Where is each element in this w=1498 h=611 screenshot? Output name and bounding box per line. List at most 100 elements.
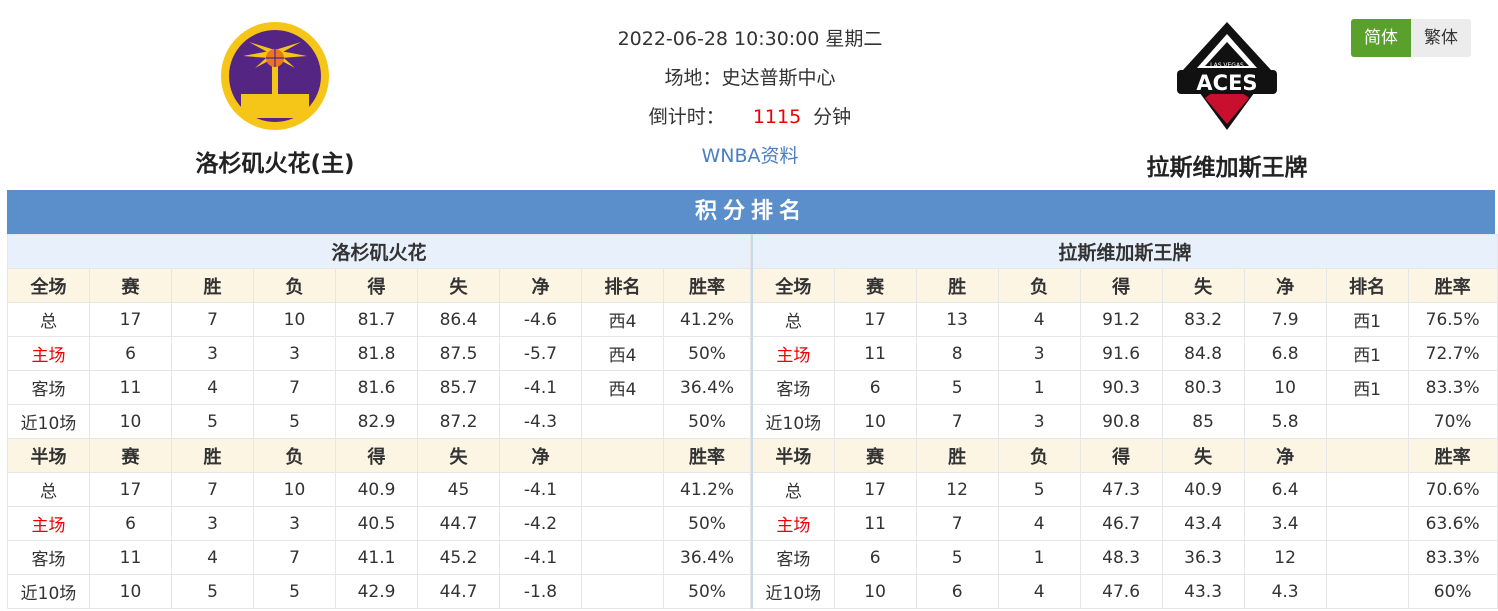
- countdown-unit: 分钟: [813, 106, 852, 128]
- table-row: 客场 6 5 1 48.3 36.3 12 83.3%: [751, 540, 1498, 575]
- row-label: 近10场: [7, 574, 90, 609]
- match-info: 2022-06-28 10:30:00 星期二 场地：史达普斯中心 倒计时： 11…: [540, 22, 960, 178]
- table-cell: -4.1: [499, 370, 582, 405]
- column-header: 赛: [89, 268, 172, 303]
- column-header: 得: [1079, 268, 1163, 303]
- table-cell: 41.1: [335, 540, 418, 575]
- table-cell: 西1: [1325, 302, 1409, 337]
- table-cell: 7: [171, 472, 254, 507]
- home-team-block[interactable]: 洛杉矶火花(主): [135, 20, 415, 178]
- row-label: 主场: [751, 336, 835, 371]
- column-header: 胜率: [662, 438, 752, 473]
- column-header: 胜: [171, 438, 254, 473]
- column-header: 赛: [89, 438, 172, 473]
- column-header: 失: [1161, 438, 1245, 473]
- table-cell: 46.7: [1079, 506, 1163, 541]
- table-cell: 40.9: [1161, 472, 1245, 507]
- table-cell: 17: [89, 302, 172, 337]
- table-cell: 83.3%: [1407, 370, 1498, 405]
- table-row: 总 17 7 10 40.9 45 -4.1 41.2%: [7, 472, 752, 507]
- table-cell: 70%: [1407, 404, 1498, 439]
- table-row: 总 17 7 10 81.7 86.4 -4.6 西4 41.2%: [7, 302, 752, 337]
- away-team-name[interactable]: 拉斯维加斯王牌: [1087, 148, 1367, 182]
- column-header: 胜率: [1407, 438, 1498, 473]
- table-cell: 3.4: [1243, 506, 1327, 541]
- table-cell: 6: [833, 540, 917, 575]
- wnba-info-link[interactable]: WNBA资料: [701, 145, 798, 167]
- home-team-name[interactable]: 洛杉矶火花(主): [135, 144, 415, 178]
- table-cell: 5: [253, 574, 336, 609]
- column-header: 得: [1079, 438, 1163, 473]
- table-header-row: 全场赛胜负得失净排名 胜率: [7, 268, 752, 303]
- column-header: 半场: [751, 438, 835, 473]
- table-cell: 90.3: [1079, 370, 1163, 405]
- table-cell: 3: [253, 506, 336, 541]
- row-label: 主场: [7, 506, 90, 541]
- column-header: 胜率: [1407, 268, 1498, 303]
- table-row: 总 17 12 5 47.3 40.9 6.4 70.6%: [751, 472, 1498, 507]
- table-cell: 7: [253, 540, 336, 575]
- table-cell: 50%: [662, 336, 752, 371]
- table-cell: 90.8: [1079, 404, 1163, 439]
- table-cell: -1.8: [499, 574, 582, 609]
- table-cell: 西4: [581, 370, 664, 405]
- venue-label: 场地：: [664, 67, 722, 89]
- venue-value: 史达普斯中心: [721, 67, 836, 89]
- table-cell: 44.7: [417, 506, 500, 541]
- match-datetime: 2022-06-28 10:30:00 星期二: [617, 28, 883, 50]
- row-label: 客场: [7, 370, 90, 405]
- aces-logo-text: ACES: [1196, 71, 1257, 95]
- column-header: 全场: [7, 268, 90, 303]
- column-header: 得: [335, 268, 418, 303]
- table-cell: 42.9: [335, 574, 418, 609]
- table-cell: 5: [171, 574, 254, 609]
- table-cell: 60%: [1407, 574, 1498, 609]
- table-cell: 10: [253, 472, 336, 507]
- table-cell: 83.2: [1161, 302, 1245, 337]
- row-label: 近10场: [751, 574, 835, 609]
- table-cell: 85: [1161, 404, 1245, 439]
- away-team-block[interactable]: ACES LAS VEGAS 拉斯维加斯王牌: [1087, 20, 1367, 182]
- column-header: [1325, 438, 1409, 473]
- table-cell: 17: [833, 472, 917, 507]
- table-cell: 48.3: [1079, 540, 1163, 575]
- match-countdown: 倒计时： 1115 分钟: [540, 100, 960, 139]
- table-cell: 5: [997, 472, 1081, 507]
- table-cell: 10: [253, 302, 336, 337]
- table-cell: 50%: [662, 574, 752, 609]
- table-cell: 西1: [1325, 336, 1409, 371]
- table-cell: 6.4: [1243, 472, 1327, 507]
- row-label: 近10场: [7, 404, 90, 439]
- column-header: 失: [1161, 268, 1245, 303]
- table-cell: [1325, 574, 1409, 609]
- table-row: 主场 11 8 3 91.6 84.8 6.8 西1 72.7%: [751, 336, 1498, 371]
- table-cell: 91.2: [1079, 302, 1163, 337]
- table-cell: -4.1: [499, 540, 582, 575]
- column-header: 负: [253, 438, 336, 473]
- table-cell: 4: [997, 302, 1081, 337]
- table-cell: 5.8: [1243, 404, 1327, 439]
- table-cell: -5.7: [499, 336, 582, 371]
- table-cell: 87.5: [417, 336, 500, 371]
- simplified-chinese-button[interactable]: 简体: [1351, 19, 1411, 57]
- table-cell: 86.4: [417, 302, 500, 337]
- traditional-chinese-button[interactable]: 繁体: [1411, 19, 1471, 57]
- table-header-row: 半场赛胜负得失净 胜率: [7, 438, 752, 473]
- row-label: 主场: [751, 506, 835, 541]
- countdown-value: 1115: [752, 106, 802, 128]
- table-cell: 11: [89, 540, 172, 575]
- table-cell: 6: [915, 574, 999, 609]
- table-cell: 91.6: [1079, 336, 1163, 371]
- table-cell: 76.5%: [1407, 302, 1498, 337]
- table-cell: 4: [997, 574, 1081, 609]
- row-label: 总: [751, 472, 835, 507]
- row-label: 总: [7, 302, 90, 337]
- column-header: 排名: [1325, 268, 1409, 303]
- table-cell: 50%: [662, 404, 752, 439]
- countdown-label: 倒计时：: [648, 106, 725, 128]
- row-label: 客场: [751, 370, 835, 405]
- table-cell: 西1: [1325, 370, 1409, 405]
- table-cell: 4: [171, 540, 254, 575]
- table-cell: 7.9: [1243, 302, 1327, 337]
- table-cell: 80.3: [1161, 370, 1245, 405]
